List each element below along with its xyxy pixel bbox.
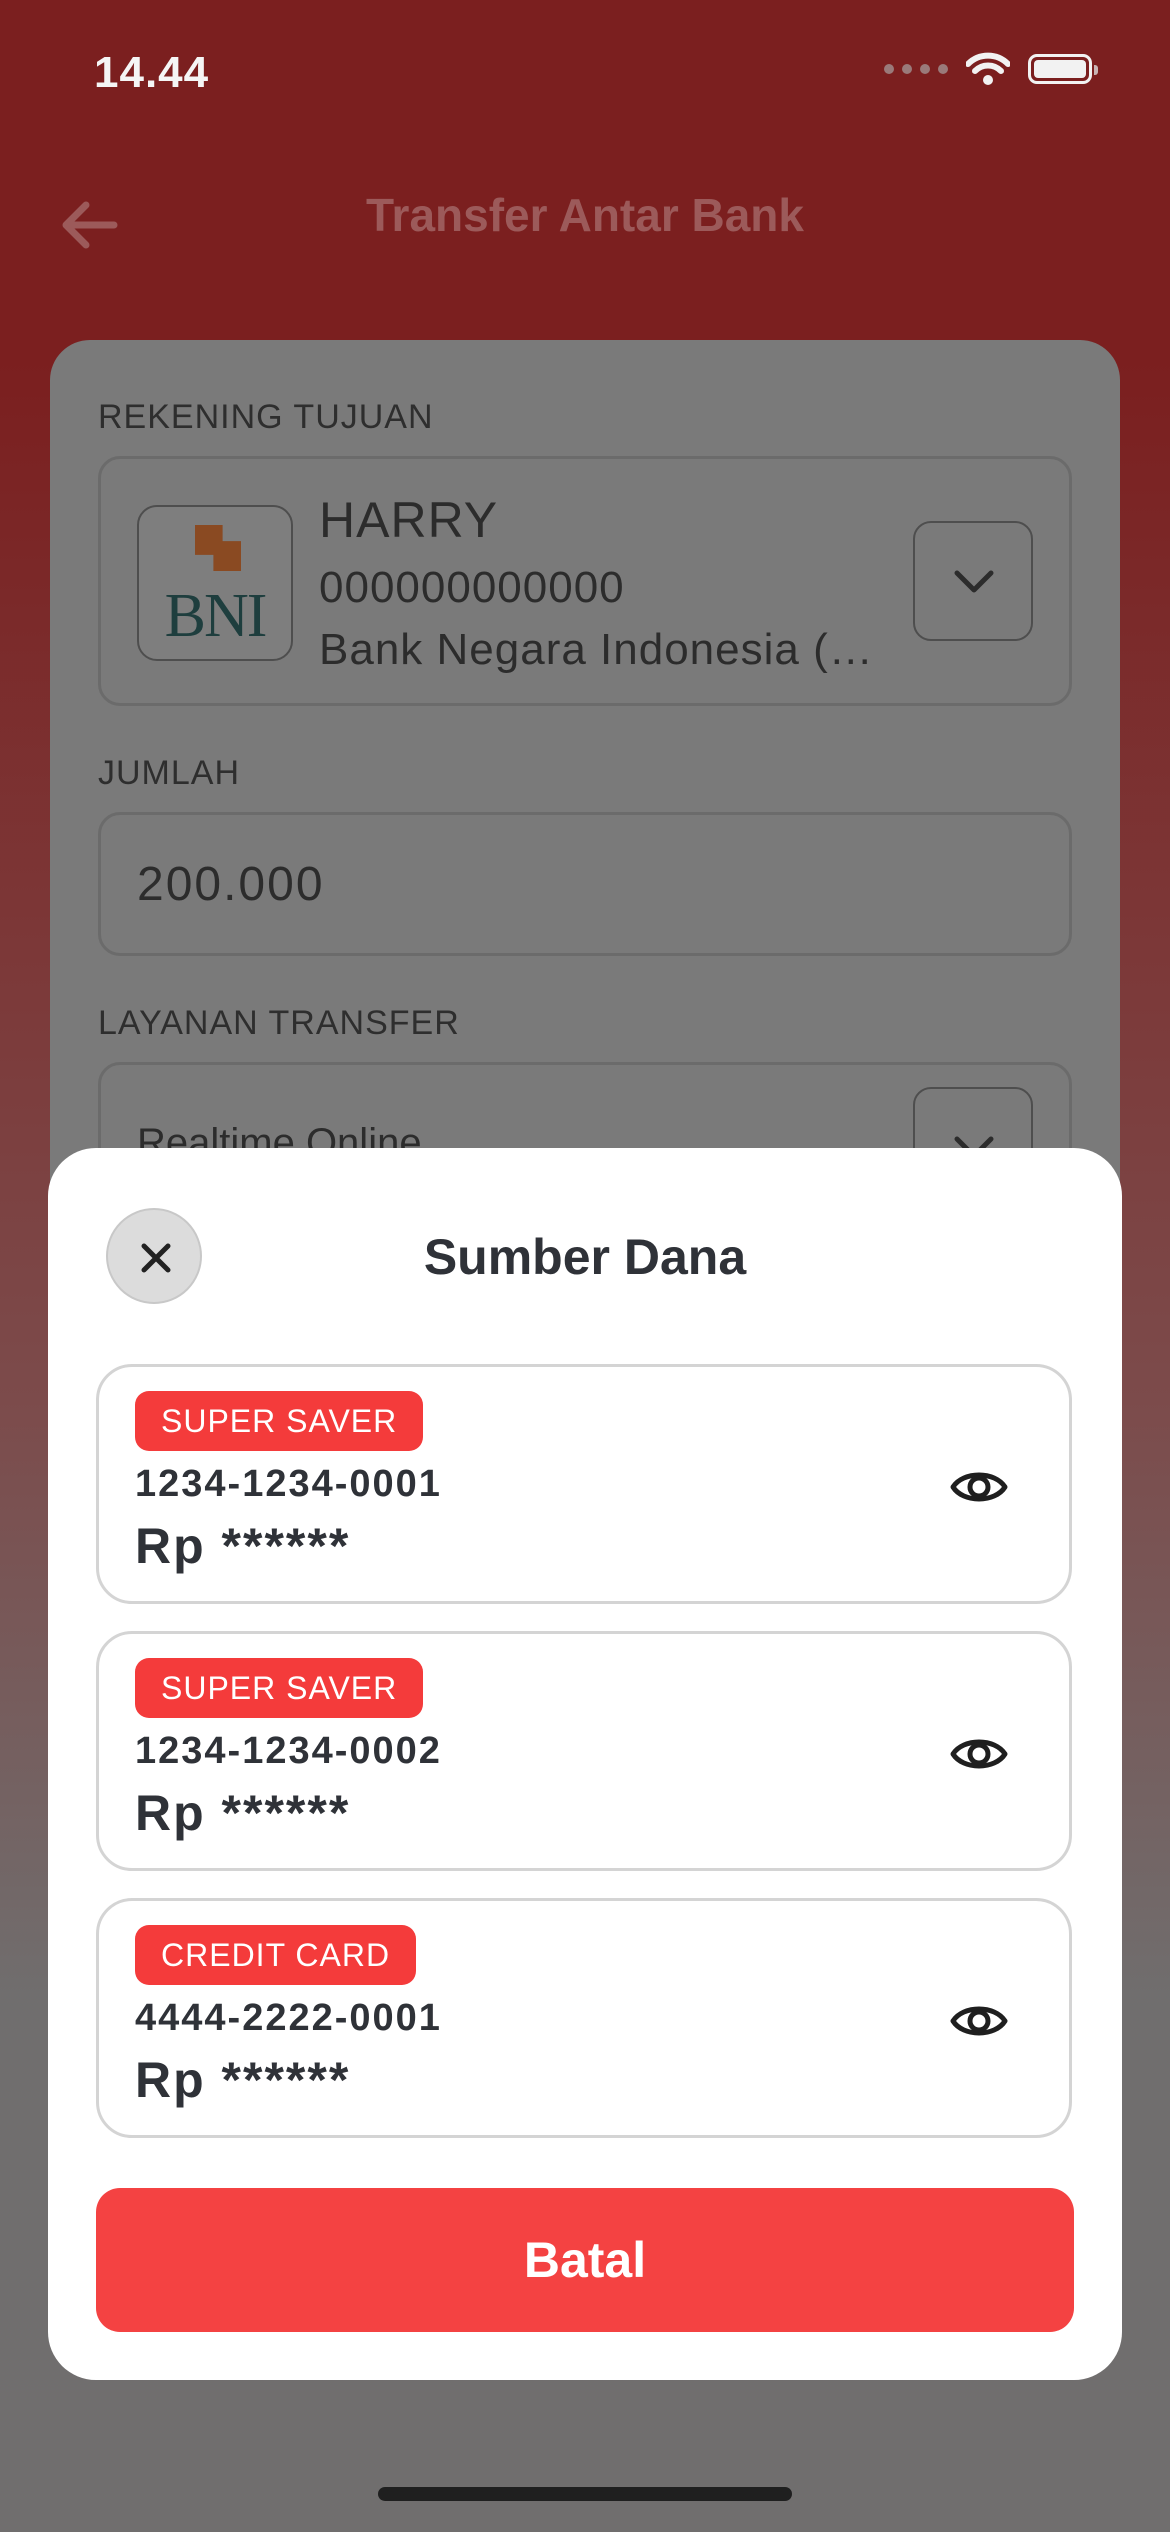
eye-icon[interactable] (949, 1457, 1009, 1517)
account-number: 1234-1234-0001 (135, 1463, 442, 1505)
wifi-icon (966, 52, 1010, 85)
account-type-badge: SUPER SAVER (135, 1658, 424, 1718)
eye-icon[interactable] (949, 1991, 1009, 2051)
recipient-bank: Bank Negara Indonesia (BNI) (319, 625, 879, 674)
bank-logo-text: BNI (164, 582, 268, 650)
account-balance: Rp ****** (135, 1785, 351, 1841)
sheet-title: Sumber Dana (423, 1229, 747, 1285)
amount-label: JUMLAH (98, 754, 241, 792)
account-card[interactable]: SUPER SAVER 1234-1234-0001 Rp ****** (96, 1364, 1072, 1604)
eye-icon[interactable] (949, 1724, 1009, 1784)
source-of-funds-sheet: Sumber Dana SUPER SAVER 1234-1234-0001 R… (48, 1148, 1122, 2380)
account-type-badge: CREDIT CARD (135, 1925, 417, 1985)
signal-icon (884, 64, 948, 74)
account-type-badge: SUPER SAVER (135, 1391, 424, 1451)
account-balance: Rp ****** (135, 1518, 351, 1574)
status-time: 14.44 (94, 48, 210, 97)
account-balance: Rp ****** (135, 2052, 351, 2108)
page-title: Transfer Antar Bank (366, 189, 804, 241)
app-screen: 14.44 Transfer Antar Bank REKENING TUJUA… (0, 0, 1170, 2532)
recipient-account: 000000000000 (319, 563, 625, 612)
cancel-button[interactable]: Batal (96, 2188, 1074, 2332)
amount-value: 200.000 (137, 858, 325, 911)
service-label: LAYANAN TRANSFER (98, 1004, 460, 1042)
bank-logo-mark (195, 525, 241, 571)
account-number: 1234-1234-0002 (135, 1730, 442, 1772)
recipient-dropdown-button[interactable] (913, 521, 1033, 641)
status-icons (884, 52, 1098, 86)
account-card[interactable]: CREDIT CARD 4444-2222-0001 Rp ****** (96, 1898, 1072, 2138)
nav-bar: Transfer Antar Bank (0, 180, 1170, 260)
amount-field[interactable]: 200.000 (98, 812, 1072, 956)
recipient-name: HARRY (319, 492, 499, 548)
chevron-down-icon (954, 570, 994, 593)
account-card[interactable]: SUPER SAVER 1234-1234-0002 Rp ****** (96, 1631, 1072, 1871)
recipient-label: REKENING TUJUAN (98, 398, 434, 436)
battery-icon (1028, 54, 1098, 84)
bank-logo: BNI (137, 505, 293, 661)
recipient-field[interactable]: BNI HARRY 000000000000 Bank Negara Indon… (98, 456, 1072, 706)
account-number: 4444-2222-0001 (135, 1997, 442, 2039)
home-indicator (378, 2487, 792, 2501)
